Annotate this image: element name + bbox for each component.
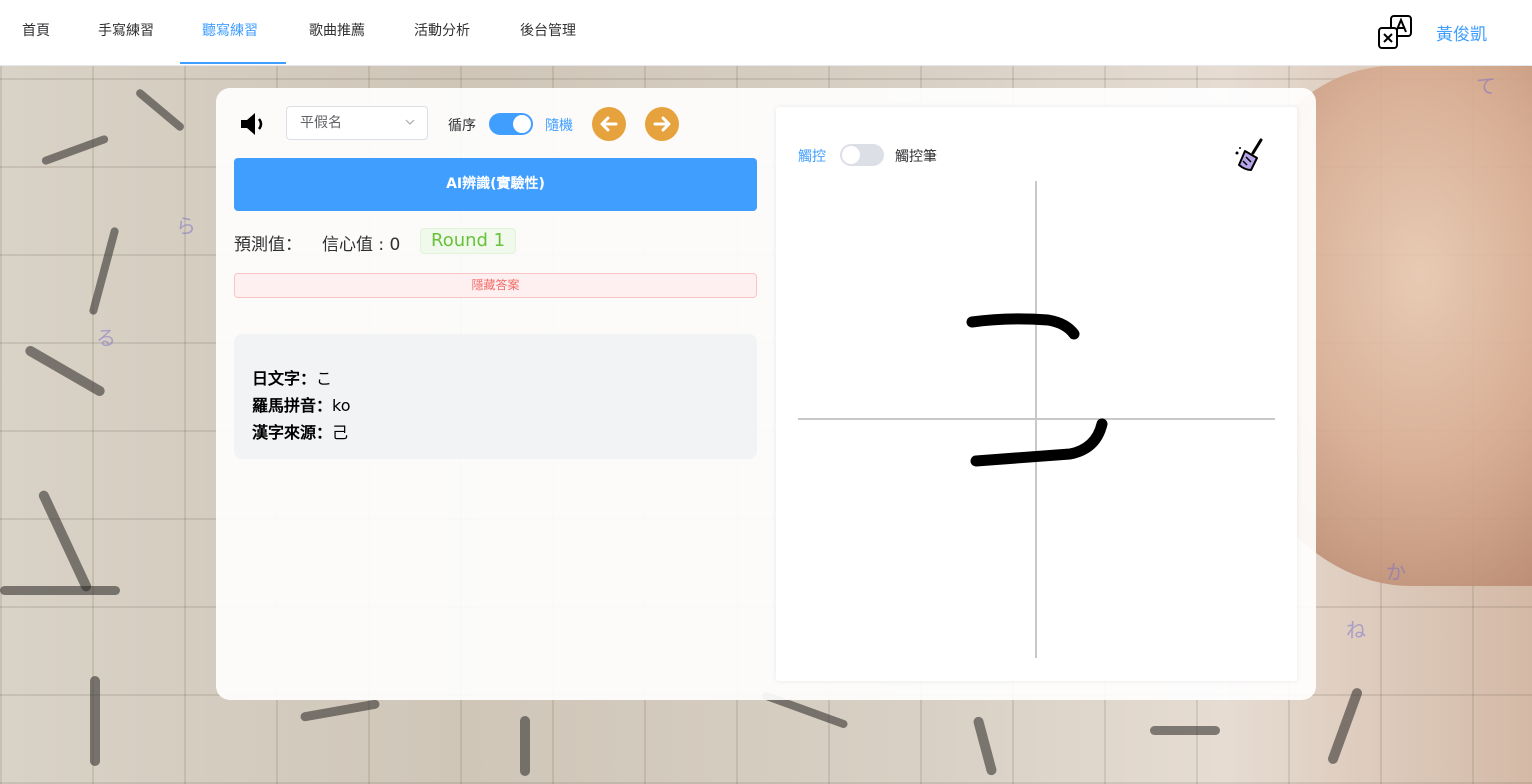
speaker-icon[interactable]	[238, 109, 268, 139]
confidence-label: 信心值 : 0	[322, 235, 401, 255]
ink-stroke	[970, 418, 1108, 467]
kana-type-value: 平假名	[300, 115, 342, 131]
order-label: 循序	[448, 118, 476, 134]
nav-item-songs[interactable]: 歌曲推薦	[287, 0, 387, 64]
background-stroke	[90, 676, 100, 766]
chevron-down-icon	[405, 119, 415, 125]
broom-icon[interactable]	[1231, 135, 1271, 175]
switch-knob	[513, 115, 531, 133]
drawing-panel: 觸控 觸控筆	[776, 107, 1297, 681]
background-kana: ら	[176, 214, 196, 238]
background-kana: ね	[1346, 618, 1366, 642]
kana-type-select[interactable]: 平假名	[286, 106, 428, 140]
background-kana: る	[96, 326, 116, 350]
next-button[interactable]	[645, 107, 679, 141]
answer-japanese: 日文字：こ	[252, 365, 739, 392]
nav-item-admin[interactable]: 後台管理	[498, 0, 598, 64]
round-tag: Round 1	[420, 228, 517, 254]
answer-romaji: 羅馬拼音：ko	[252, 392, 739, 419]
nav-item-handwriting[interactable]: 手寫練習	[76, 0, 176, 64]
answer-japanese-label: 日文字：	[252, 369, 317, 388]
answer-japanese-value: こ	[316, 369, 333, 388]
random-label: 隨機	[545, 118, 573, 134]
translate-icon[interactable]	[1376, 14, 1414, 52]
answer-kanji: 漢字來源：己	[252, 419, 739, 446]
switch-knob	[842, 146, 860, 164]
user-name[interactable]: 黃俊凱	[1436, 20, 1487, 45]
prediction-label: 預測值：	[234, 235, 302, 255]
background-stroke	[1150, 726, 1220, 735]
touch-label: 觸控	[798, 149, 826, 165]
nav-item-home[interactable]: 首頁	[0, 0, 72, 64]
ink-stroke	[966, 313, 1080, 340]
hide-answer-button[interactable]: 隱藏答案	[234, 273, 757, 298]
background-kana: か	[1386, 560, 1406, 584]
prev-button[interactable]	[592, 107, 626, 141]
pen-label: 觸控筆	[895, 149, 937, 165]
answer-kanji-label: 漢字來源：	[252, 423, 333, 442]
background-stroke	[520, 716, 530, 776]
drawing-canvas[interactable]	[798, 181, 1275, 658]
order-random-switch[interactable]	[489, 113, 533, 135]
answer-romaji-value: ko	[332, 396, 351, 415]
answer-romaji-label: 羅馬拼音：	[252, 396, 333, 415]
top-nav: 首頁 手寫練習 聽寫練習 歌曲推薦 活動分析 後台管理 黃俊凱	[0, 0, 1532, 66]
background-kana: て	[1476, 74, 1496, 98]
nav-item-analytics[interactable]: 活動分析	[392, 0, 492, 64]
nav-item-dictation[interactable]: 聽寫練習	[180, 0, 286, 64]
answer-kanji-value: 己	[332, 423, 349, 442]
dictation-card: 平假名 循序 隨機 AI辨識(實驗性) 預測值： 信心值 : 0 Round 1	[216, 88, 1316, 700]
arrow-right-icon	[653, 116, 671, 132]
answer-box: 日文字：こ 羅馬拼音：ko 漢字來源：己	[234, 334, 757, 459]
arrow-left-icon	[600, 116, 618, 132]
background-stroke	[0, 586, 120, 595]
ai-recognize-button[interactable]: AI辨識(實驗性)	[234, 158, 757, 211]
touch-pen-switch[interactable]	[840, 144, 884, 166]
